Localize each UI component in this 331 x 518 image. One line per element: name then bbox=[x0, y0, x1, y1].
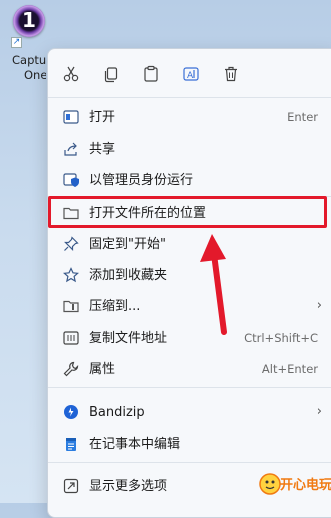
pin-icon bbox=[63, 236, 79, 252]
copy-path-icon bbox=[63, 330, 79, 346]
menu-item-compress-to[interactable]: 压缩到... › bbox=[52, 291, 331, 322]
delete-icon[interactable] bbox=[218, 62, 244, 86]
share-icon bbox=[63, 141, 79, 157]
highlight-box bbox=[48, 196, 327, 228]
shortcut-arrow-icon: ↗ bbox=[11, 37, 22, 48]
menu-item-pin-to-start[interactable]: 固定到"开始" bbox=[52, 229, 331, 260]
more-options-icon bbox=[63, 478, 79, 494]
context-toolbar: A bbox=[48, 49, 331, 97]
context-menu: A 打开 Enter 共享 以管理员身份运行 打开文件所在的位置 固定到"开始"… bbox=[47, 48, 331, 518]
menu-item-open[interactable]: 打开 Enter bbox=[52, 102, 331, 133]
menu-item-properties[interactable]: 属性 Alt+Enter bbox=[52, 354, 331, 385]
menu-item-bandizip[interactable]: Bandizip › bbox=[52, 397, 331, 428]
shortcut-label: Captu One bbox=[12, 53, 46, 82]
divider bbox=[48, 462, 331, 463]
chevron-right-icon: › bbox=[316, 298, 322, 313]
star-icon bbox=[62, 267, 80, 283]
capture-one-app-icon[interactable]: 1 bbox=[11, 3, 47, 39]
paste-icon[interactable] bbox=[138, 62, 164, 86]
notepad-icon bbox=[63, 436, 79, 452]
shield-icon bbox=[63, 172, 79, 188]
menu-item-edit-in-notepad[interactable]: 在记事本中编辑 bbox=[52, 429, 331, 460]
bandizip-icon bbox=[63, 404, 79, 420]
rename-icon[interactable]: A bbox=[178, 62, 204, 86]
cut-icon[interactable] bbox=[58, 62, 84, 86]
divider bbox=[48, 387, 331, 388]
menu-item-run-as-admin[interactable]: 以管理员身份运行 bbox=[52, 165, 331, 196]
watermark-logo: 开心电玩 bbox=[258, 470, 331, 498]
menu-item-copy-file-path[interactable]: 复制文件地址 Ctrl+Shift+C bbox=[52, 323, 331, 354]
red-arrow-annotation bbox=[200, 234, 227, 335]
menu-item-add-to-favorites[interactable]: 添加到收藏夹 bbox=[52, 260, 331, 291]
wrench-icon bbox=[63, 361, 79, 377]
menu-item-share[interactable]: 共享 bbox=[52, 134, 331, 165]
svg-text:A: A bbox=[187, 71, 194, 81]
copy-icon[interactable] bbox=[98, 62, 124, 86]
chevron-right-icon: › bbox=[316, 404, 322, 419]
zip-icon bbox=[63, 298, 79, 314]
open-app-icon bbox=[63, 109, 79, 125]
divider bbox=[48, 97, 331, 98]
